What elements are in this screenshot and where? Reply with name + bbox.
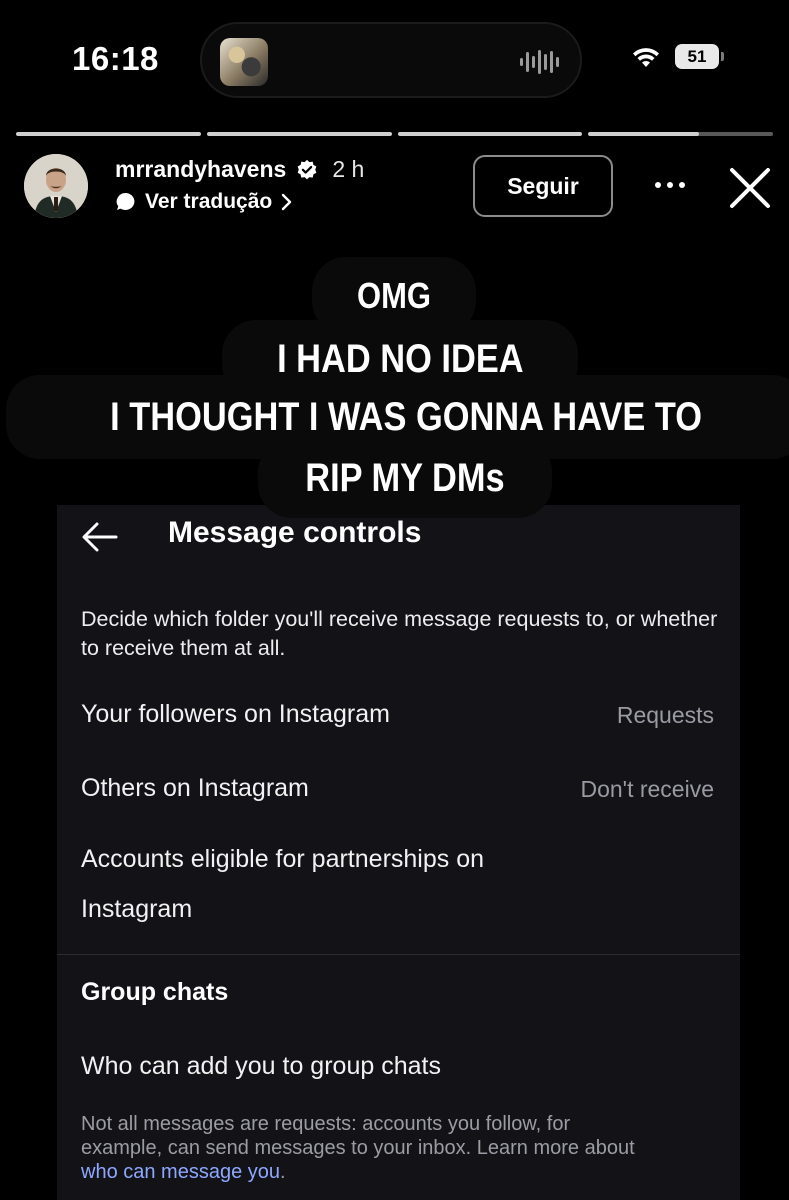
caption-text: RIP MY DMs bbox=[305, 455, 505, 500]
story-progress-segment bbox=[206, 132, 392, 136]
chat-bubble-icon bbox=[116, 192, 135, 210]
others-row-label: Others on Instagram bbox=[81, 774, 309, 802]
verified-badge-icon bbox=[297, 159, 317, 179]
now-playing-artwork bbox=[220, 38, 268, 86]
segment-fill bbox=[397, 132, 583, 136]
more-options-icon[interactable] bbox=[652, 170, 688, 200]
followers-row-value: Requests bbox=[616, 702, 714, 728]
status-time: 16:18 bbox=[72, 40, 159, 77]
caption-text: OMG bbox=[357, 275, 431, 316]
partnerships-row-label-line2: Instagram bbox=[81, 895, 193, 923]
instagram-story-screen: { "status_bar": { "time": "16:18", "batt… bbox=[0, 0, 789, 1200]
username[interactable]: mrrandyhavens bbox=[115, 156, 286, 183]
story-progress-segment bbox=[397, 132, 583, 136]
follow-button[interactable]: Seguir bbox=[473, 155, 613, 217]
post-time: 2 h bbox=[332, 156, 365, 182]
battery-level: 51 bbox=[687, 46, 707, 66]
followers-row-label: Your followers on Instagram bbox=[81, 700, 390, 728]
story-progress-bar bbox=[16, 132, 773, 138]
others-row-value: Don't receive bbox=[580, 776, 714, 802]
see-translation-label: Ver tradução bbox=[145, 190, 273, 213]
segment-fill bbox=[588, 132, 700, 136]
chevron-right-icon bbox=[282, 193, 292, 211]
section-divider bbox=[57, 954, 740, 955]
story-author-row: mrrandyhavens 2 h bbox=[115, 156, 364, 183]
caption-sticker: RIP MY DMs bbox=[258, 438, 552, 518]
group-chats-row-label: Who can add you to group chats bbox=[81, 1052, 441, 1080]
wifi-icon bbox=[633, 47, 659, 67]
see-translation-link[interactable]: Ver tradução bbox=[115, 190, 294, 214]
story-progress-segment bbox=[588, 132, 773, 136]
page-title: Message controls bbox=[168, 516, 422, 549]
partnerships-row-label-line1: Accounts eligible for partnerships on bbox=[81, 845, 485, 873]
back-arrow-icon bbox=[82, 522, 118, 552]
learn-more-link: who can message you bbox=[81, 1161, 281, 1183]
story-progress-segment bbox=[16, 132, 201, 136]
audio-waveform-icon bbox=[520, 50, 559, 74]
footnote-end: . bbox=[280, 1161, 286, 1183]
segment-fill bbox=[206, 132, 392, 136]
caption-text: I THOUGHT I WAS GONNA HAVE TO bbox=[110, 394, 702, 439]
dynamic-island[interactable] bbox=[200, 22, 582, 98]
footnote-line1: Not all messages are requests: accounts … bbox=[81, 1113, 571, 1135]
footnote-text: Not all messages are requests: accounts … bbox=[81, 1112, 721, 1184]
close-icon[interactable] bbox=[728, 166, 772, 210]
description-text: Decide which folder you'll receive messa… bbox=[81, 607, 718, 660]
avatar[interactable] bbox=[24, 154, 88, 218]
section-title: Group chats bbox=[81, 978, 229, 1006]
battery-indicator: 51 bbox=[675, 44, 724, 69]
status-indicators: 51 bbox=[631, 44, 724, 69]
profile-photo bbox=[24, 154, 88, 218]
footnote-line2: example, can send messages to your inbox… bbox=[81, 1137, 635, 1159]
segment-fill bbox=[16, 132, 201, 136]
